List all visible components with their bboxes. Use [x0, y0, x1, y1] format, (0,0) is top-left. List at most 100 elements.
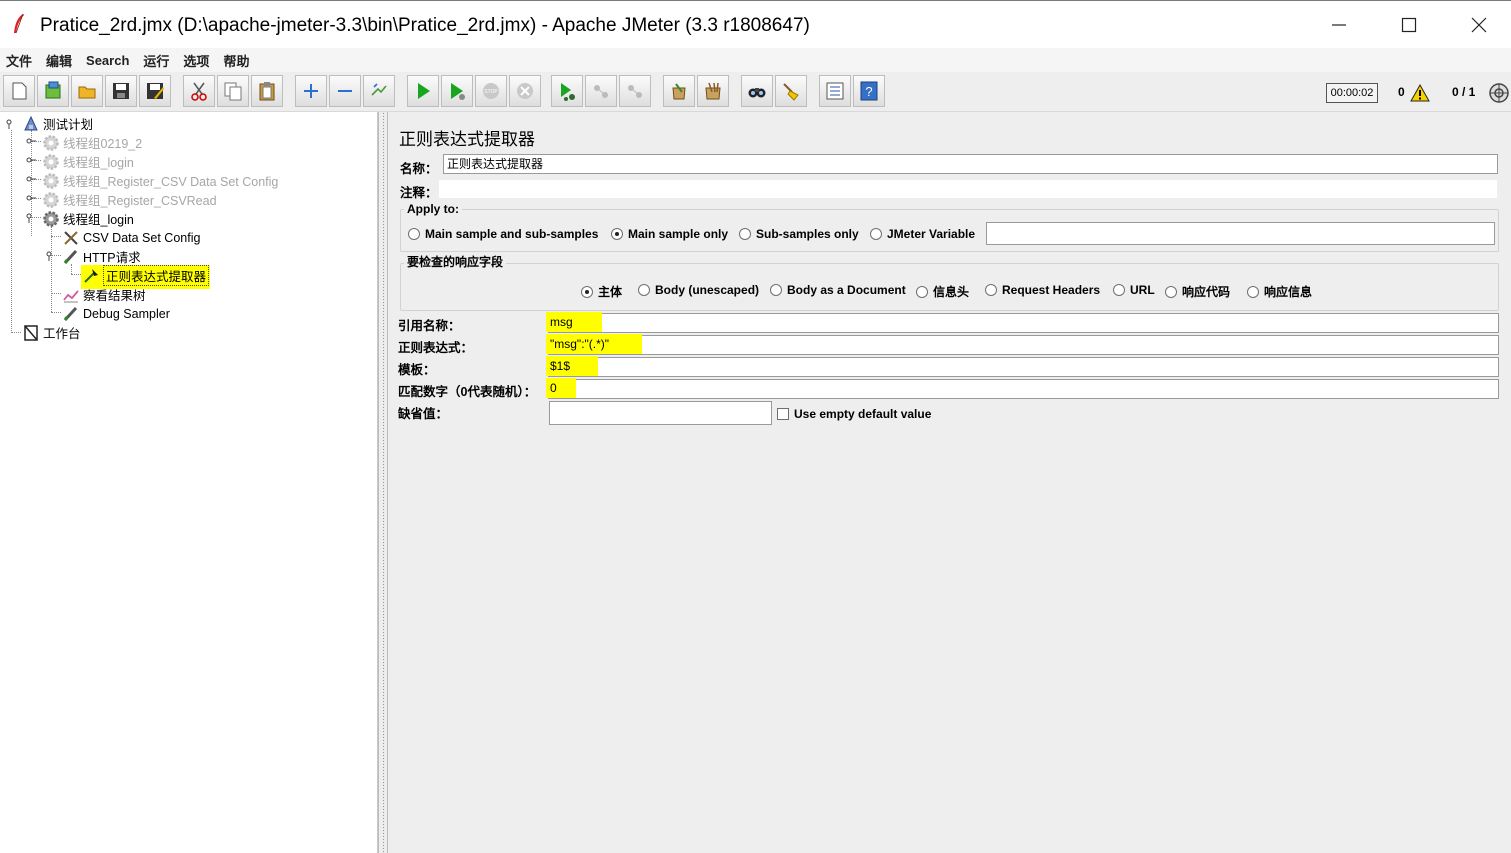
- expand-toggle-icon[interactable]: [26, 155, 36, 165]
- remote-shutdown-icon: [628, 85, 642, 98]
- clear-button[interactable]: [663, 75, 695, 107]
- field-url-radio[interactable]: URL: [1113, 283, 1155, 297]
- collapse-icon: [338, 90, 352, 92]
- collapse-toggle-icon[interactable]: [26, 213, 36, 223]
- shutdown-button[interactable]: [509, 75, 541, 107]
- collapse-all-button[interactable]: [329, 75, 361, 107]
- warning-icon[interactable]: [1410, 83, 1430, 103]
- field-body-as-document-radio[interactable]: Body as a Document: [770, 283, 906, 297]
- template-label: 模板：: [398, 363, 436, 377]
- remote-start-button[interactable]: [551, 75, 583, 107]
- tree-node-view-results-tree[interactable]: 察看结果树: [62, 285, 146, 304]
- expand-all-button[interactable]: [295, 75, 327, 107]
- tree-node-test-plan[interactable]: 测试计划: [22, 114, 93, 133]
- save-as-button[interactable]: [139, 75, 171, 107]
- radio-label: URL: [1130, 283, 1155, 297]
- tree-node-thread-group[interactable]: 线程组_Register_CSV Data Set Config: [42, 171, 278, 190]
- match-no-input[interactable]: [548, 379, 1499, 399]
- name-input[interactable]: 正则表达式提取器: [443, 154, 1498, 174]
- start-no-pause-icon: [451, 83, 465, 100]
- match-no-value: 0: [546, 378, 576, 398]
- copy-button[interactable]: [217, 75, 249, 107]
- menu-bar: 文件 编辑 Search 运行 选项 帮助: [0, 48, 1511, 72]
- collapse-toggle-icon[interactable]: [46, 251, 56, 261]
- collapse-toggle-icon[interactable]: [6, 119, 16, 129]
- remote-stop-icon: [594, 85, 608, 98]
- paste-button[interactable]: [251, 75, 283, 107]
- field-body-radio[interactable]: 主体: [581, 283, 622, 300]
- jmeter-variable-input[interactable]: [986, 222, 1495, 245]
- radio-label: Main sample and sub-samples: [425, 227, 599, 241]
- shutdown-icon: [517, 83, 533, 99]
- expand-toggle-icon[interactable]: [26, 136, 36, 146]
- split-pane-divider[interactable]: [378, 112, 388, 853]
- help-button[interactable]: ?: [853, 75, 885, 107]
- close-button[interactable]: [1444, 1, 1511, 49]
- menu-help[interactable]: 帮助: [223, 51, 249, 70]
- tree-node-csv-config[interactable]: CSV Data Set Config: [62, 228, 200, 247]
- remote-stop-button[interactable]: [585, 75, 617, 107]
- remote-start-icon: [561, 83, 575, 101]
- tree-node-workbench[interactable]: 工作台: [22, 323, 81, 342]
- start-button[interactable]: [407, 75, 439, 107]
- apply-jmeter-variable-radio[interactable]: JMeter Variable: [870, 227, 975, 241]
- radio-label: 信息头: [933, 285, 970, 299]
- field-body-unescaped-radio[interactable]: Body (unescaped): [638, 283, 759, 297]
- template-input[interactable]: [548, 357, 1499, 377]
- field-request-headers-radio[interactable]: Request Headers: [985, 283, 1100, 297]
- apply-main-and-sub-radio[interactable]: Main sample and sub-samples: [408, 227, 598, 241]
- tree-node-thread-group[interactable]: 线程组_login: [42, 209, 134, 228]
- menu-options[interactable]: 选项: [183, 51, 209, 70]
- maximize-button[interactable]: [1374, 1, 1444, 49]
- menu-edit[interactable]: 编辑: [46, 51, 72, 70]
- cut-button[interactable]: [183, 75, 215, 107]
- field-response-message-radio[interactable]: 响应信息: [1247, 283, 1312, 300]
- toggle-button[interactable]: [363, 75, 395, 107]
- jmeter-feather-icon: [14, 13, 24, 34]
- regex-input[interactable]: [548, 335, 1499, 355]
- default-value-label: 缺省值：: [398, 407, 449, 421]
- remote-shutdown-button[interactable]: [619, 75, 651, 107]
- expand-toggle-icon[interactable]: [26, 174, 36, 184]
- field-headers-radio[interactable]: 信息头: [916, 283, 969, 300]
- apply-sub-only-radio[interactable]: Sub-samples only: [739, 227, 859, 241]
- name-label: 名称：: [400, 162, 438, 176]
- menu-search[interactable]: Search: [86, 53, 129, 68]
- tree-node-thread-group[interactable]: 线程组0219_2: [42, 133, 142, 152]
- tree-node-http-request[interactable]: HTTP请求: [62, 247, 141, 266]
- ref-name-input[interactable]: [548, 313, 1499, 333]
- test-plan-tree[interactable]: 测试计划 线程组0219_2 线程组_login 线程组_Register_CS…: [0, 112, 378, 853]
- expand-toggle-icon[interactable]: [26, 193, 36, 203]
- tree-node-label: 线程组_Register_CSV Data Set Config: [63, 175, 279, 189]
- thread-group-icon: [43, 210, 59, 227]
- tree-node-regex-extractor[interactable]: 正则表达式提取器: [82, 265, 210, 286]
- maximize-icon: [1401, 17, 1417, 33]
- templates-button[interactable]: [37, 75, 69, 107]
- thread-group-icon: [43, 134, 59, 151]
- remote-engine-icon[interactable]: [1488, 82, 1510, 104]
- clear-all-button[interactable]: [697, 75, 729, 107]
- open-icon: [78, 86, 96, 99]
- minimize-button[interactable]: [1304, 1, 1374, 49]
- tree-node-label: 察看结果树: [83, 289, 146, 303]
- comment-input[interactable]: [438, 179, 1498, 199]
- stop-button[interactable]: STOP: [475, 75, 507, 107]
- save-button[interactable]: [105, 75, 137, 107]
- default-value-input[interactable]: [549, 401, 772, 425]
- search-button[interactable]: [741, 75, 773, 107]
- tree-node-thread-group[interactable]: 线程组_Register_CSVRead: [42, 190, 217, 209]
- apply-main-only-radio[interactable]: Main sample only: [611, 227, 728, 241]
- menu-file[interactable]: 文件: [6, 51, 32, 70]
- menu-run[interactable]: 运行: [143, 51, 169, 70]
- open-button[interactable]: [71, 75, 103, 107]
- tree-node-debug-sampler[interactable]: Debug Sampler: [62, 304, 170, 323]
- copy-icon: [224, 82, 242, 101]
- use-empty-default-checkbox[interactable]: Use empty default value: [777, 407, 931, 421]
- reset-search-button[interactable]: [775, 75, 807, 107]
- function-helper-button[interactable]: [819, 75, 851, 107]
- tree-node-thread-group[interactable]: 线程组_login: [42, 152, 134, 171]
- field-response-code-radio[interactable]: 响应代码: [1165, 283, 1230, 300]
- new-button[interactable]: [3, 75, 35, 107]
- panel-title: 正则表达式提取器: [399, 130, 535, 149]
- start-no-pause-button[interactable]: [441, 75, 473, 107]
